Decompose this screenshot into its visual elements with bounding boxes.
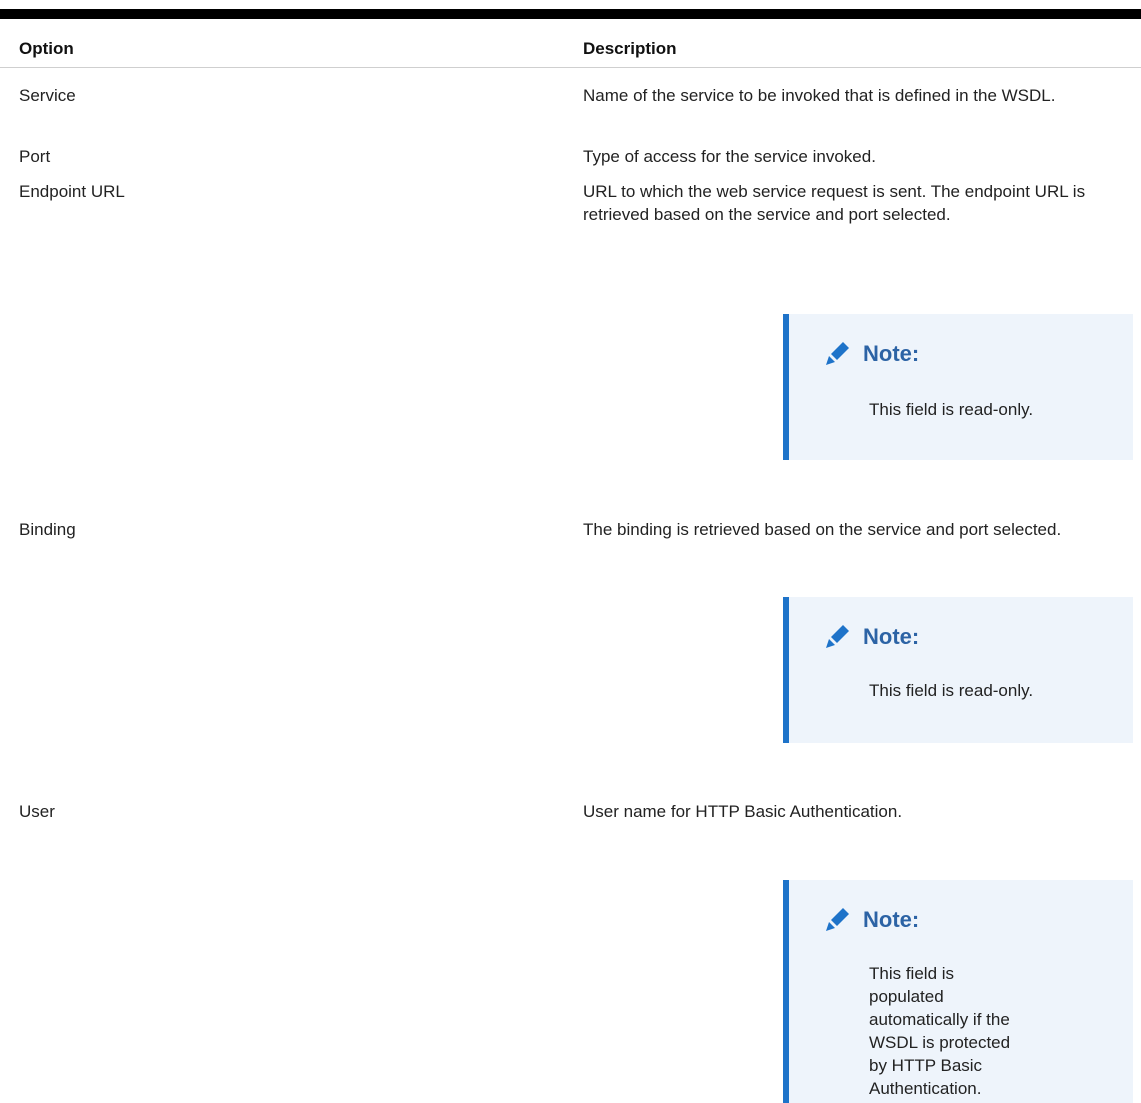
note-header: Note: [823,906,919,934]
note-title: Note: [863,624,920,649]
option-cell: User [19,802,55,821]
note-text: This field is read-only. [869,400,1034,419]
pencil-icon [823,340,851,368]
table-top-rule [0,9,1141,19]
pencil-icon [823,906,851,934]
description-cell: Name of the service to be invoked that i… [583,86,1056,105]
pencil-icon [823,623,851,651]
option-cell: Endpoint URL [19,182,125,201]
option-cell: Service [19,86,76,105]
note-text: This field is populated automatically if… [869,964,1011,1098]
table-header-row: Option Description [0,19,1141,68]
option-cell: Binding [19,520,76,539]
column-header-option: Option [19,39,74,58]
description-cell: The binding is retrieved based on the se… [583,520,1062,539]
note-header: Note: [823,340,919,368]
option-cell: Port [19,147,51,166]
note-callout: Note: This field is read-only. [783,314,1133,460]
note-title: Note: [863,907,920,932]
note-title: Note: [863,341,920,366]
note-text: This field is read-only. [869,681,1034,700]
note-callout: Note: This field is read-only. [783,597,1133,743]
note-header: Note: [823,623,919,651]
description-cell: User name for HTTP Basic Authentication. [583,802,903,821]
note-callout: Note: This field is populated automatica… [783,880,1133,1103]
description-cell: URL to which the web service request is … [583,182,1086,224]
column-header-description: Description [583,39,677,58]
description-cell: Type of access for the service invoked. [583,147,876,166]
